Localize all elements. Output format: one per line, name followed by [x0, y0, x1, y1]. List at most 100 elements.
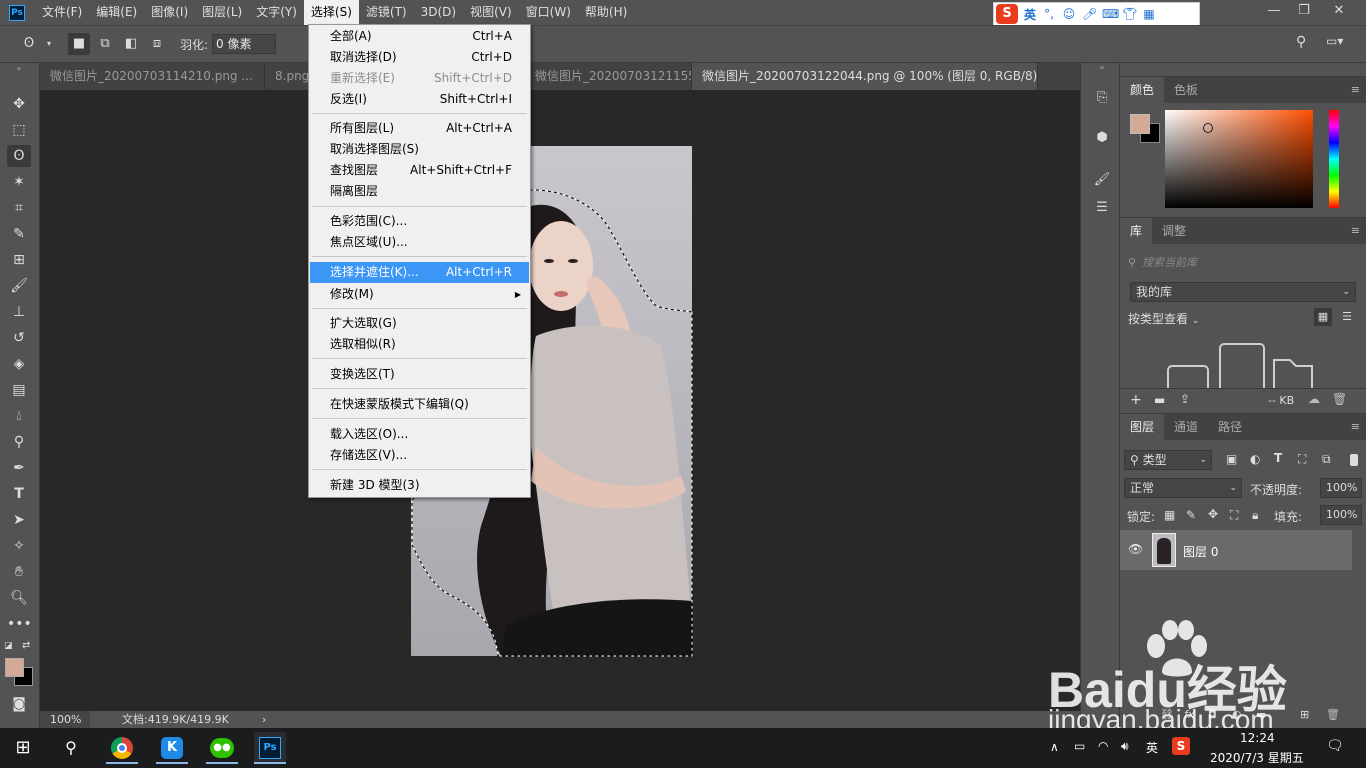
- sogou-logo-icon[interactable]: S: [996, 4, 1018, 24]
- fill-input[interactable]: 100%: [1320, 505, 1362, 525]
- visibility-eye-icon[interactable]: 👁︎: [1128, 542, 1143, 556]
- magic-wand-tool-icon[interactable]: ✶: [7, 171, 31, 193]
- menu-item-transform-selection[interactable]: 变换选区(T): [310, 364, 529, 385]
- filter-smart-object-icon[interactable]: ⧉: [1322, 452, 1331, 467]
- wechat-icon[interactable]: ●●: [206, 732, 238, 764]
- filter-type-icon[interactable]: T: [1274, 451, 1282, 465]
- minimize-button[interactable]: —: [1259, 0, 1289, 22]
- foreground-color-swatch[interactable]: [1130, 114, 1150, 134]
- color-picker-cursor[interactable]: [1203, 123, 1213, 133]
- swap-colors-icon[interactable]: ⇄: [22, 640, 34, 652]
- brush-tool-icon[interactable]: 🖌︎: [7, 275, 31, 297]
- trash-icon[interactable]: 🗑︎: [1332, 392, 1347, 406]
- lock-all-icon[interactable]: 🔒︎: [1252, 508, 1258, 523]
- menu-window[interactable]: 窗口(W): [519, 0, 578, 25]
- layer-filter-select[interactable]: ⚲ 类型 ⌄: [1124, 450, 1212, 470]
- zoom-level[interactable]: 100%: [40, 711, 90, 728]
- menu-item-quick-mask[interactable]: 在快速蒙版模式下编辑(Q): [310, 394, 529, 415]
- kugou-icon[interactable]: K: [156, 732, 188, 764]
- tab-adjustments[interactable]: 调整: [1152, 218, 1196, 244]
- menu-type[interactable]: 文字(Y): [249, 0, 304, 25]
- menu-item-modify[interactable]: 修改(M) ▶: [310, 284, 529, 305]
- library-search-input[interactable]: 搜索当前库: [1142, 254, 1342, 272]
- shape-tool-icon[interactable]: ✧: [7, 535, 31, 557]
- filter-adjustment-icon[interactable]: ◐: [1250, 452, 1260, 466]
- blend-mode-select[interactable]: 正常 ⌄: [1124, 478, 1242, 498]
- dodge-tool-icon[interactable]: ⚲: [7, 431, 31, 453]
- clock-date[interactable]: 2020/7/3 星期五: [1210, 749, 1304, 766]
- toolbox-icon[interactable]: ▦: [1142, 7, 1156, 21]
- type-tool-icon[interactable]: T: [7, 483, 31, 505]
- menu-item-focus-area[interactable]: 焦点区域(U)...: [310, 232, 529, 253]
- tab-layers[interactable]: 图层: [1120, 414, 1165, 440]
- menu-image[interactable]: 图像(I): [144, 0, 195, 25]
- ime-lang[interactable]: 英: [1024, 6, 1036, 23]
- 3d-panel-icon[interactable]: ⬢: [1091, 127, 1113, 149]
- menu-item-deselect-layers[interactable]: 取消选择图层(S): [310, 139, 529, 160]
- list-view-icon[interactable]: ☰: [1338, 308, 1356, 326]
- keyboard-icon[interactable]: ⌨: [1102, 7, 1119, 21]
- tab-paths[interactable]: 路径: [1208, 414, 1252, 440]
- microphone-icon[interactable]: 🎤︎: [1082, 7, 1097, 21]
- tab-color[interactable]: 颜色: [1120, 77, 1165, 103]
- menu-filter[interactable]: 滤镜(T): [359, 0, 414, 25]
- subtract-selection-icon[interactable]: ◧: [120, 33, 142, 55]
- notification-icon[interactable]: 🗨︎: [1326, 738, 1344, 754]
- lock-artboard-icon[interactable]: ⛶: [1230, 508, 1238, 523]
- add-icon[interactable]: +: [1130, 392, 1142, 408]
- menu-item-select-and-mask[interactable]: 选择并遮住(K)... Alt+Ctrl+R: [310, 262, 529, 283]
- canvas-area[interactable]: [40, 90, 1080, 711]
- photoshop-taskbar-icon[interactable]: Ps: [254, 732, 286, 764]
- menu-help[interactable]: 帮助(H): [578, 0, 634, 25]
- punctuation-icon[interactable]: °,: [1042, 7, 1056, 21]
- panel-menu-icon[interactable]: ≡: [1351, 420, 1360, 433]
- menu-item-deselect[interactable]: 取消选择(D) Ctrl+D: [310, 47, 529, 68]
- menu-3d[interactable]: 3D(D): [414, 0, 463, 25]
- move-tool-icon[interactable]: ✥: [7, 93, 31, 115]
- wifi-icon[interactable]: ◠: [1098, 739, 1108, 753]
- lasso-tool-icon[interactable]: ʘ: [7, 145, 31, 167]
- volume-icon[interactable]: 🔊︎: [1121, 739, 1129, 754]
- search-icon[interactable]: ⚲: [1296, 34, 1314, 54]
- search-icon[interactable]: ⚲: [55, 732, 87, 764]
- zoom-tool-icon[interactable]: 🔍︎: [7, 587, 31, 609]
- windows-start-icon[interactable]: ⊞: [7, 732, 39, 764]
- tab-swatches[interactable]: 色板: [1164, 77, 1208, 103]
- add-selection-icon[interactable]: ⧉: [94, 33, 116, 55]
- view-by-dropdown[interactable]: 按类型查看 ⌄: [1128, 310, 1199, 327]
- history-brush-tool-icon[interactable]: ↺: [7, 327, 31, 349]
- skin-icon[interactable]: 👕︎: [1122, 7, 1137, 21]
- color-field[interactable]: [1165, 110, 1313, 208]
- clone-stamp-tool-icon[interactable]: ⊥: [7, 301, 31, 323]
- eraser-tool-icon[interactable]: ◈: [7, 353, 31, 375]
- grid-view-icon[interactable]: ▦: [1314, 308, 1332, 326]
- menu-view[interactable]: 视图(V): [463, 0, 519, 25]
- library-select[interactable]: 我的库 ⌄: [1130, 282, 1356, 302]
- tab-document-active[interactable]: 微信图片_20200703122044.png @ 100% (图层 0, RG…: [692, 63, 1038, 90]
- status-menu-icon[interactable]: ›: [262, 711, 266, 728]
- foreground-color-swatch[interactable]: [5, 658, 24, 677]
- folder-icon[interactable]: ▬: [1154, 393, 1165, 407]
- layer-name[interactable]: 图层 0: [1183, 543, 1218, 560]
- menu-select[interactable]: 选择(S): [303, 0, 359, 25]
- menu-item-reselect[interactable]: 重新选择(E) Shift+Ctrl+D: [310, 68, 529, 89]
- menu-item-inverse[interactable]: 反选(I) Shift+Ctrl+I: [310, 89, 529, 110]
- filter-toggle[interactable]: [1350, 454, 1358, 466]
- emoji-icon[interactable]: ☺: [1062, 7, 1076, 21]
- cloud-sync-icon[interactable]: ☁: [1308, 392, 1320, 406]
- tab-channels[interactable]: 通道: [1164, 414, 1208, 440]
- filter-shape-icon[interactable]: ⛶: [1298, 452, 1306, 467]
- collapse-icon[interactable]: »: [7, 65, 31, 73]
- tab-document-1[interactable]: 微信图片_20200703114210.png ...: [40, 63, 265, 90]
- menu-item-select-all[interactable]: 全部(A) Ctrl+A: [310, 26, 529, 47]
- pen-tool-icon[interactable]: ✒: [7, 457, 31, 479]
- menu-edit[interactable]: 编辑(E): [89, 0, 144, 25]
- menu-item-similar[interactable]: 选取相似(R): [310, 334, 529, 355]
- gradient-tool-icon[interactable]: ▤: [7, 379, 31, 401]
- restore-button[interactable]: ❐: [1289, 0, 1319, 22]
- more-tools-icon[interactable]: •••: [7, 613, 32, 635]
- trash-icon[interactable]: 🗑︎: [1326, 708, 1340, 721]
- ime-indicator[interactable]: 英: [1146, 739, 1158, 756]
- eyedropper-tool-icon[interactable]: ✎: [7, 223, 31, 245]
- menu-layer[interactable]: 图层(L): [195, 0, 249, 25]
